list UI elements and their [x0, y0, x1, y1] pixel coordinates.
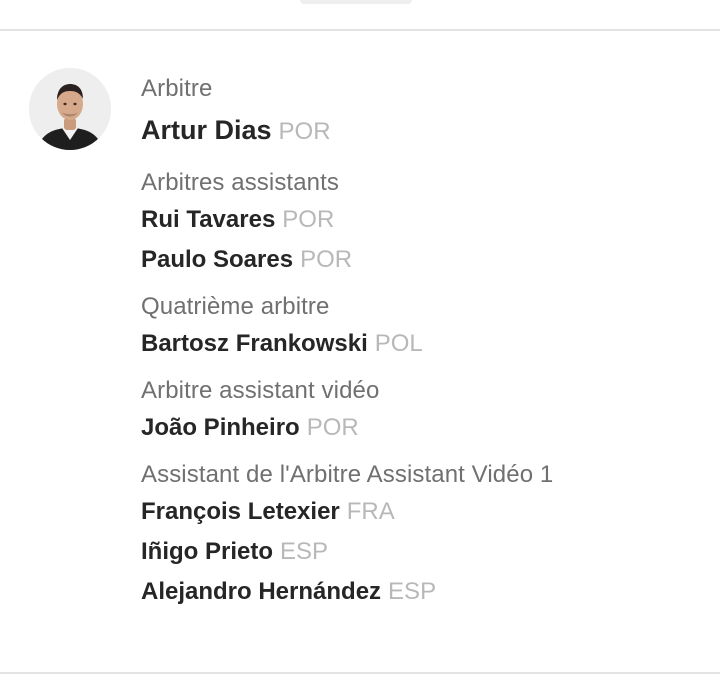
role-avar: Assistant de l'Arbitre Assistant Vidéo 1 [141, 461, 554, 488]
person-name: Alejandro Hernández [141, 578, 382, 605]
avar-group: Assistant de l'Arbitre Assistant Vidéo 1… [141, 458, 701, 612]
person-joao-pinheiro[interactable]: João Pinheiro POR [141, 408, 701, 448]
person-name: Bartosz Frankowski [141, 330, 368, 357]
person-artur-dias[interactable]: Artur Dias POR [141, 106, 701, 156]
person-rui-tavares[interactable]: Rui Tavares POR [141, 200, 701, 240]
officials-list: Arbitre Artur Dias POR Arbitres assistant… [141, 72, 701, 622]
role-var: Arbitre assistant vidéo [141, 377, 380, 404]
assistants-group: Arbitres assistants Rui Tavares POR Paulo… [141, 166, 701, 280]
person-name: Rui Tavares [141, 206, 276, 233]
person-name: João Pinheiro [141, 414, 300, 441]
role-assistants: Arbitres assistants [141, 169, 339, 196]
officials-panel: Arbitre Artur Dias POR Arbitres assistant… [0, 0, 720, 690]
nationality-code: ESP [280, 538, 329, 565]
referee-portrait-icon [29, 68, 111, 150]
person-inigo-prieto[interactable]: Iñigo Prieto ESP [141, 532, 701, 572]
fourth-official-group: Quatrième arbitre Bartosz Frankowski POL [141, 290, 701, 364]
person-alejandro-hernandez[interactable]: Alejandro Hernández ESP [141, 572, 701, 612]
referee-avatar [29, 68, 111, 150]
nationality-code: POL [374, 330, 423, 357]
sheet-handle [300, 0, 412, 4]
person-name: François Letexier [141, 498, 340, 525]
nationality-code: POR [282, 206, 335, 233]
top-divider [0, 29, 720, 31]
bottom-divider [0, 672, 720, 674]
role-fourth-official: Quatrième arbitre [141, 293, 330, 320]
person-paulo-soares[interactable]: Paulo Soares POR [141, 240, 701, 280]
person-bartosz-frankowski[interactable]: Bartosz Frankowski POL [141, 324, 701, 364]
person-name: Artur Dias [141, 115, 272, 145]
nationality-code: ESP [388, 578, 437, 605]
var-group: Arbitre assistant vidéo João Pinheiro POR [141, 374, 701, 448]
nationality-code: POR [306, 414, 359, 441]
referee-group: Arbitre Artur Dias POR [141, 72, 701, 156]
nationality-code: POR [278, 118, 331, 145]
person-name: Iñigo Prieto [141, 538, 273, 565]
role-referee: Arbitre [141, 75, 213, 102]
nationality-code: FRA [346, 498, 395, 525]
person-francois-letexier[interactable]: François Letexier FRA [141, 492, 701, 532]
nationality-code: POR [300, 246, 353, 273]
person-name: Paulo Soares [141, 246, 294, 273]
